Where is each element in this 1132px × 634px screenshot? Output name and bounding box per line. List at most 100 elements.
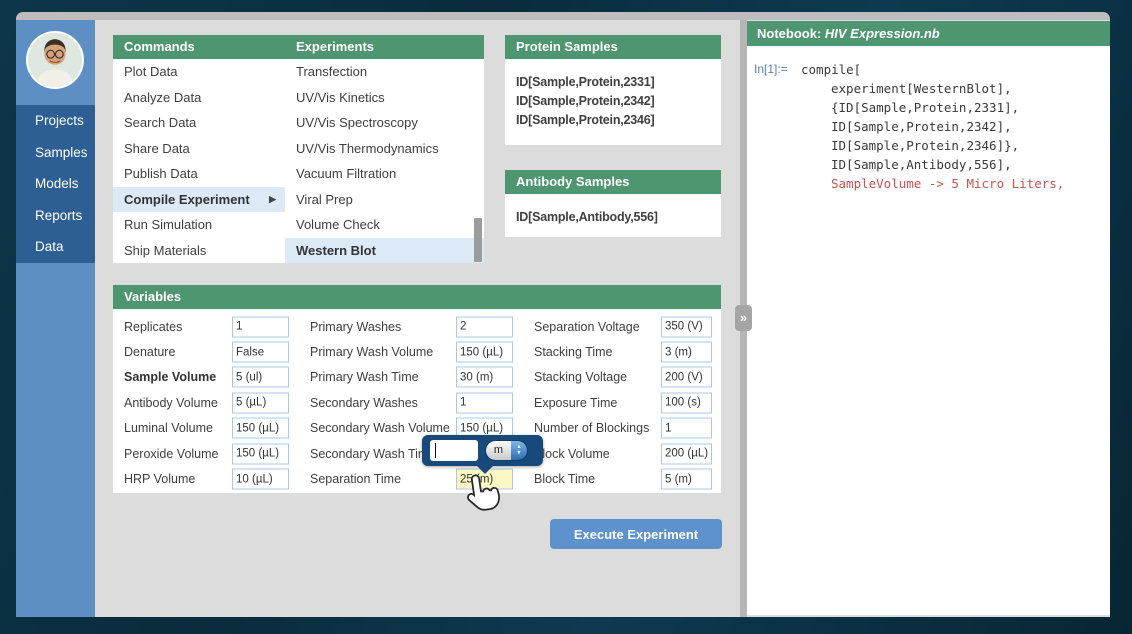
text-caret: [435, 443, 436, 458]
menu-item-share-data[interactable]: Share Data: [113, 136, 285, 162]
menu-item-compile-experiment[interactable]: Compile Experiment ▶: [113, 187, 285, 213]
variables-row: Luminal Volume Secondary Wash Volume Num…: [113, 416, 721, 441]
menu-item-uvvis-spectroscopy[interactable]: UV/Vis Spectroscopy: [285, 110, 484, 136]
variable-label-antibody-volume: Antibody Volume: [124, 396, 218, 410]
variables-row: Sample Volume Primary Wash Time Stacking…: [113, 365, 721, 390]
variables-row: Peroxide Volume Secondary Wash Time Bloc…: [113, 441, 721, 466]
variables-row: Replicates Primary Washes Separation Vol…: [113, 314, 721, 339]
menu-item-label: UV/Vis Kinetics: [296, 90, 385, 105]
hand-cursor-icon: [461, 468, 509, 519]
menu-item-label: Analyze Data: [124, 90, 201, 105]
app-window: Projects Samples Models Reports Data Com…: [16, 12, 1110, 617]
notebook-panel: Notebook: HIV Expression.nb In[1]:= comp…: [747, 20, 1110, 617]
notebook-header: Notebook: HIV Expression.nb: [747, 21, 1110, 46]
variable-input-exposure-time[interactable]: [661, 392, 712, 413]
code-block: compile[ experiment[WesternBlot], {ID[Sa…: [801, 60, 1064, 193]
menu-item-volume-check[interactable]: Volume Check: [285, 212, 484, 238]
menu-item-label: Vacuum Filtration: [296, 166, 396, 181]
variable-label-stacking-voltage: Stacking Voltage: [534, 370, 627, 384]
variables-panel-header: Variables: [113, 285, 721, 309]
menu-item-viral-prep[interactable]: Viral Prep: [285, 187, 484, 213]
variable-input-block-volume[interactable]: [661, 443, 712, 464]
menu-item-label: Viral Prep: [296, 192, 353, 207]
sidebar-menu: Projects Samples Models Reports Data: [16, 105, 95, 263]
variable-input-stacking-voltage[interactable]: [661, 367, 712, 388]
menu-item-western-blot[interactable]: Western Blot: [285, 238, 484, 264]
variable-label-replicates: Replicates: [124, 320, 182, 334]
menu-item-search-data[interactable]: Search Data: [113, 110, 285, 136]
menu-item-label: Transfection: [296, 64, 367, 79]
menu-item-ship-materials[interactable]: Ship Materials: [113, 238, 285, 264]
menu-item-label: Compile Experiment: [124, 192, 250, 207]
variables-panel: Variables Replicates Primary Washes Sepa…: [113, 285, 721, 493]
code-line: {ID[Sample,Protein,2331],: [801, 98, 1064, 117]
variable-input-separation-voltage[interactable]: [661, 316, 712, 337]
sidebar-item-models[interactable]: Models: [16, 168, 95, 200]
menu-item-label: UV/Vis Thermodynamics: [296, 141, 439, 156]
panel-divider[interactable]: »: [740, 20, 747, 617]
menu-item-publish-data[interactable]: Publish Data: [113, 161, 285, 187]
variable-input-block-time[interactable]: [661, 469, 712, 490]
variable-input-secondary-washes[interactable]: [456, 392, 513, 413]
code-line: experiment[WesternBlot],: [801, 79, 1064, 98]
menu-item-label: Share Data: [124, 141, 190, 156]
notebook-title-prefix: Notebook:: [757, 26, 825, 41]
sidebar-item-samples[interactable]: Samples: [16, 137, 95, 169]
variable-input-replicates[interactable]: [232, 316, 289, 337]
variable-label-block-time: Block Time: [534, 472, 595, 486]
variable-input-number-of-blockings[interactable]: [661, 418, 712, 439]
menu-item-uvvis-kinetics[interactable]: UV/Vis Kinetics: [285, 85, 484, 111]
protein-sample-id: ID[Sample,Protein,2342]: [516, 92, 721, 111]
avatar-photo: [28, 33, 82, 87]
stepper-arrows-icon[interactable]: ▲ ▼: [511, 441, 527, 460]
avatar[interactable]: [26, 31, 84, 89]
variable-label-stacking-time: Stacking Time: [534, 345, 613, 359]
variable-label-secondary-wash-volume: Secondary Wash Volume: [310, 421, 450, 435]
variable-label-block-volume: Block Volume: [534, 447, 610, 461]
variable-label-exposure-time: Exposure Time: [534, 396, 617, 410]
sidebar-item-reports[interactable]: Reports: [16, 200, 95, 232]
menu-item-plot-data[interactable]: Plot Data: [113, 59, 285, 85]
sidebar-item-data[interactable]: Data: [16, 231, 95, 263]
variable-label-sample-volume: Sample Volume: [124, 370, 216, 384]
scrollbar-thumb[interactable]: [474, 218, 482, 262]
variable-input-primary-wash-time[interactable]: [456, 367, 513, 388]
variable-input-primary-wash-volume[interactable]: [456, 342, 513, 363]
menu-item-run-simulation[interactable]: Run Simulation: [113, 212, 285, 238]
variable-label-secondary-wash-time: Secondary Wash Time: [310, 447, 435, 461]
variable-input-denature[interactable]: [232, 342, 289, 363]
notebook-body[interactable]: In[1]:= compile[ experiment[WesternBlot]…: [747, 46, 1110, 615]
menu-item-label: Run Simulation: [124, 217, 212, 232]
unit-value-input[interactable]: [430, 440, 478, 461]
variable-input-luminal-volume[interactable]: [232, 418, 289, 439]
collapse-handle[interactable]: »: [735, 305, 752, 331]
menu-item-label: Publish Data: [124, 166, 198, 181]
menu-item-uvvis-thermodynamics[interactable]: UV/Vis Thermodynamics: [285, 136, 484, 162]
menu-item-label: Ship Materials: [124, 243, 206, 258]
variable-input-hrp-volume[interactable]: [232, 469, 289, 490]
execute-experiment-button[interactable]: Execute Experiment: [550, 519, 722, 549]
menu-item-vacuum-filtration[interactable]: Vacuum Filtration: [285, 161, 484, 187]
sidebar-item-projects[interactable]: Projects: [16, 105, 95, 137]
code-line: ID[Sample,Protein,2342],: [801, 117, 1064, 136]
variable-input-antibody-volume[interactable]: [232, 392, 289, 413]
menu-item-label: Plot Data: [124, 64, 177, 79]
variable-label-primary-washes: Primary Washes: [310, 320, 401, 334]
submenu-arrow-icon: ▶: [269, 194, 285, 205]
variables-row: Denature Primary Wash Volume Stacking Ti…: [113, 339, 721, 364]
variable-label-peroxide-volume: Peroxide Volume: [124, 447, 219, 461]
menu-item-transfection[interactable]: Transfection: [285, 59, 484, 85]
variable-label-primary-wash-volume: Primary Wash Volume: [310, 345, 433, 359]
menu-item-analyze-data[interactable]: Analyze Data: [113, 85, 285, 111]
commands-panel: Commands Plot Data Analyze Data Search D…: [113, 35, 285, 263]
variable-label-secondary-washes: Secondary Washes: [310, 396, 418, 410]
unit-stepper[interactable]: m ▲ ▼: [485, 440, 528, 461]
variable-label-hrp-volume: HRP Volume: [124, 472, 195, 486]
antibody-samples-panel: Antibody Samples ID[Sample,Antibody,556]: [505, 170, 721, 237]
variable-input-stacking-time[interactable]: [661, 342, 712, 363]
main-content: Commands Plot Data Analyze Data Search D…: [95, 20, 740, 617]
stepper-down-icon[interactable]: ▼: [516, 451, 521, 457]
variable-input-sample-volume[interactable]: [232, 367, 289, 388]
variable-input-primary-washes[interactable]: [456, 316, 513, 337]
variable-input-peroxide-volume[interactable]: [232, 443, 289, 464]
